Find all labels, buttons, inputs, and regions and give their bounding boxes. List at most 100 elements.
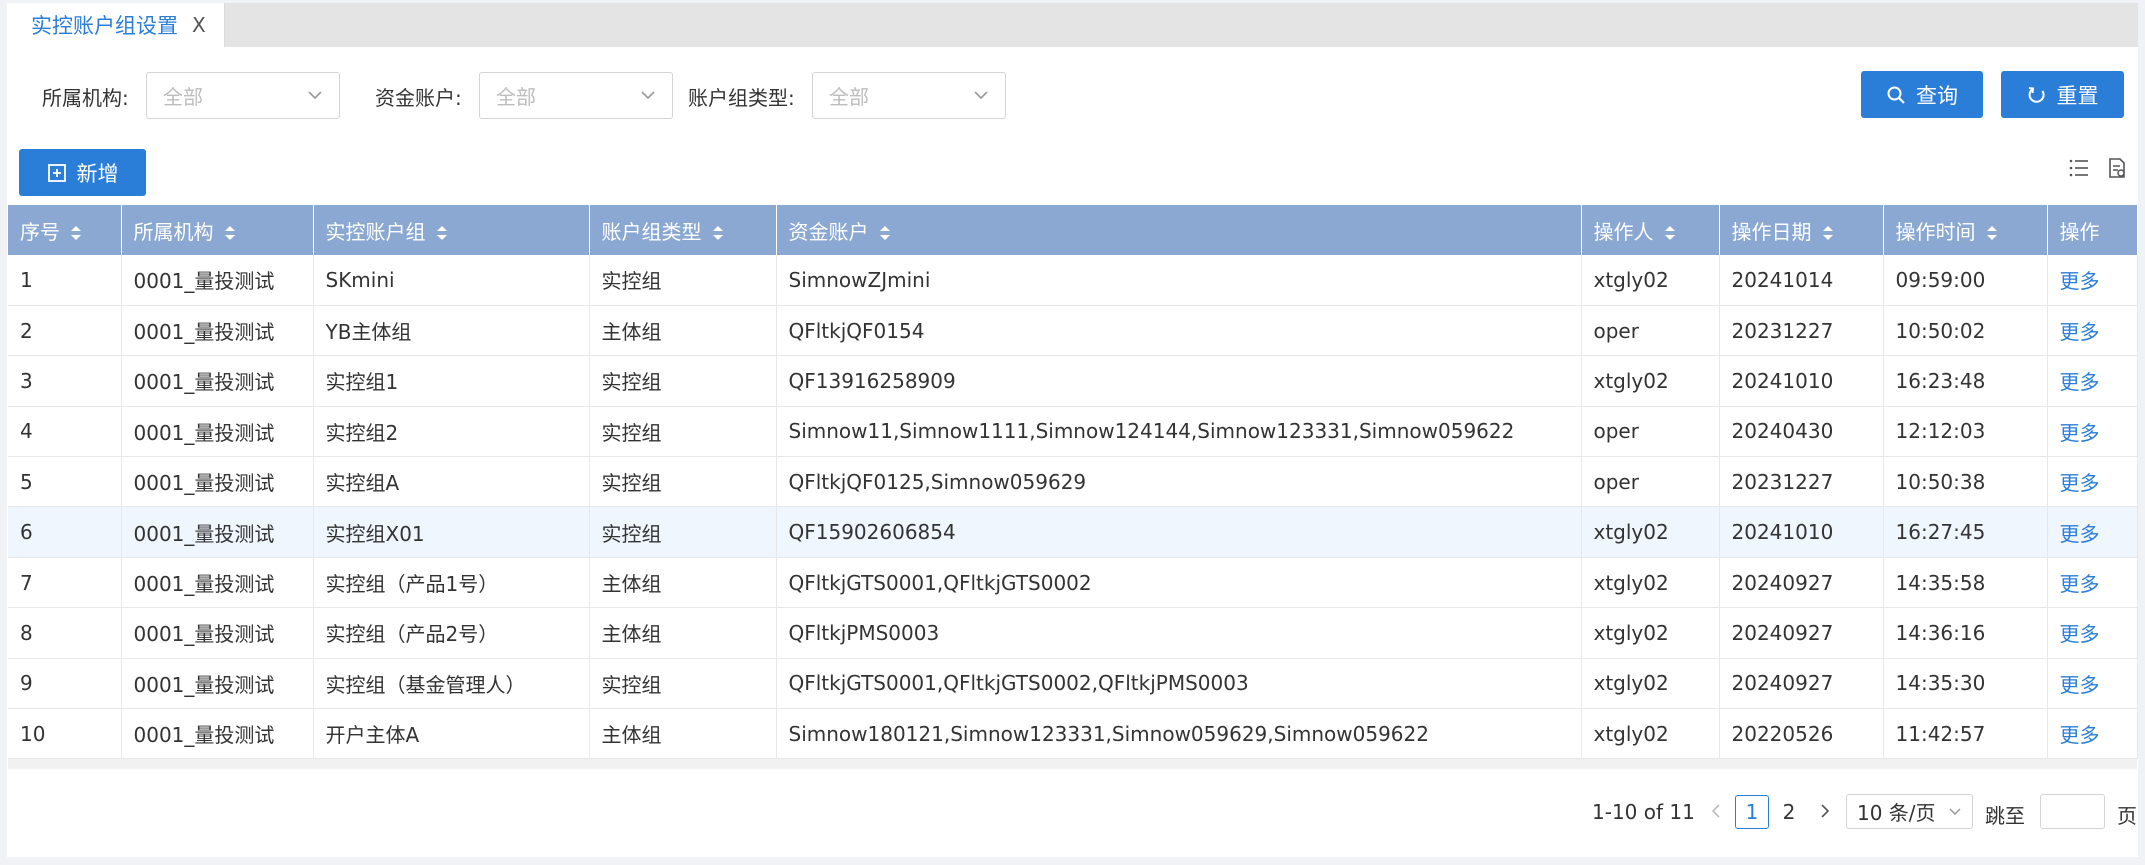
reset-button[interactable]: 重置 (2001, 71, 2124, 118)
table-cell-account: QFltkjQF0154 (776, 305, 1582, 357)
add-button[interactable]: 新增 (19, 149, 146, 196)
column-header-time[interactable]: 操作时间 (1883, 205, 2048, 255)
column-header-index[interactable]: 序号 (8, 205, 122, 255)
table-cell-account: Simnow11,Simnow1111,Simnow124144,Simnow1… (776, 406, 1582, 458)
account-group-table: 序号 所属机构 实控账户组 账户组类型 资金账户 操作人 操作日期 操作时间 操作 1 0001_… (8, 205, 2138, 760)
table-row[interactable]: 3 0001_量投测试 实控组1 实控组 QF13916258909 xtgly02 202… (8, 355, 2138, 407)
more-link[interactable]: 更多 (2047, 406, 2138, 458)
table-cell-date: 20240927 (1719, 658, 1884, 710)
table-cell-account: Simnow180121,Simnow123331,Simnow059629,S… (776, 708, 1582, 760)
more-link[interactable]: 更多 (2047, 506, 2138, 558)
table-row[interactable]: 5 0001_量投测试 实控组A 实控组 QFltkjQF0125,Simnow0596… (8, 456, 2138, 508)
column-list-icon[interactable] (2068, 157, 2090, 179)
table-cell-group-type: 实控组 (589, 456, 777, 508)
sort-icon[interactable] (1986, 224, 1998, 242)
table-cell-time: 10:50:02 (1883, 305, 2048, 357)
horizontal-scrollbar[interactable] (8, 759, 2137, 769)
table-cell-operator: xtgly02 (1581, 255, 1720, 306)
table-cell-group: 实控组1 (313, 355, 590, 407)
more-link[interactable]: 更多 (2047, 456, 2138, 508)
sort-icon[interactable] (70, 224, 82, 242)
sort-icon[interactable] (436, 224, 448, 242)
column-header-label: 资金账户 (788, 219, 869, 244)
next-page-icon[interactable] (1818, 802, 1832, 820)
table-cell-account: QFltkjQF0125,Simnow059629 (776, 456, 1582, 508)
table-cell-org: 0001_量投测试 (121, 355, 314, 407)
table-cell-org: 0001_量投测试 (121, 658, 314, 710)
column-header-action: 操作 (2047, 205, 2138, 255)
column-header-operator[interactable]: 操作人 (1581, 205, 1720, 255)
query-button[interactable]: 查询 (1861, 71, 1983, 118)
table-cell-operator: xtgly02 (1581, 708, 1720, 760)
table-row[interactable]: 8 0001_量投测试 实控组（产品2号） 主体组 QFltkjPMS0003 xtgly… (8, 607, 2138, 659)
column-header-group-type[interactable]: 账户组类型 (589, 205, 777, 255)
group-type-label: 账户组类型: (688, 86, 795, 110)
close-icon[interactable]: X (192, 13, 206, 37)
table-row[interactable]: 6 0001_量投测试 实控组X01 实控组 QF15902606854 xtgly02 2… (8, 506, 2138, 558)
table-row[interactable]: 10 0001_量投测试 开户主体A 主体组 Simnow180121,Simnow12… (8, 708, 2138, 760)
page-size-value: 10 条/页 (1857, 801, 1936, 825)
more-link[interactable]: 更多 (2047, 305, 2138, 357)
table-cell-time: 14:36:16 (1883, 607, 2048, 659)
table-cell-group: 开户主体A (313, 708, 590, 760)
column-header-label: 操作时间 (1895, 219, 1976, 244)
table-cell-index: 9 (8, 658, 122, 710)
account-select[interactable]: 全部 (479, 72, 673, 119)
page-size-select[interactable]: 10 条/页 (1846, 794, 1973, 829)
table-cell-org: 0001_量投测试 (121, 255, 314, 306)
column-header-date[interactable]: 操作日期 (1719, 205, 1884, 255)
sort-icon[interactable] (1822, 224, 1834, 242)
jump-label: 跳至 (1985, 804, 2025, 828)
sort-icon[interactable] (224, 224, 236, 242)
table-cell-date: 20231227 (1719, 305, 1884, 357)
org-select[interactable]: 全部 (146, 72, 340, 119)
column-header-group[interactable]: 实控账户组 (313, 205, 590, 255)
more-link[interactable]: 更多 (2047, 658, 2138, 710)
table-cell-time: 14:35:30 (1883, 658, 2048, 710)
reset-icon (2028, 86, 2045, 103)
search-icon (1887, 86, 1905, 104)
page-2-button[interactable]: 2 (1772, 795, 1806, 829)
chevron-down-icon (974, 91, 988, 100)
table-cell-operator: xtgly02 (1581, 557, 1720, 609)
more-link[interactable]: 更多 (2047, 607, 2138, 659)
table-cell-time: 12:12:03 (1883, 406, 2048, 458)
table-row[interactable]: 1 0001_量投测试 SKmini 实控组 SimnowZJmini xtgly02 20… (8, 255, 2138, 306)
tab-account-group-settings[interactable]: 实控账户组设置 X (7, 3, 225, 47)
table-cell-date: 20241010 (1719, 355, 1884, 407)
table-cell-group: 实控组（产品2号） (313, 607, 590, 659)
column-header-org[interactable]: 所属机构 (121, 205, 314, 255)
jump-page-input[interactable] (2040, 794, 2105, 829)
table-cell-org: 0001_量投测试 (121, 406, 314, 458)
table-cell-index: 7 (8, 557, 122, 609)
table-cell-group-type: 实控组 (589, 658, 777, 710)
more-link[interactable]: 更多 (2047, 255, 2138, 306)
prev-page-icon[interactable] (1709, 802, 1723, 820)
table-cell-date: 20241010 (1719, 506, 1884, 558)
table-cell-date: 20231227 (1719, 456, 1884, 508)
table-cell-operator: xtgly02 (1581, 355, 1720, 407)
table-cell-operator: xtgly02 (1581, 506, 1720, 558)
sort-icon[interactable] (1664, 224, 1676, 242)
table-row[interactable]: 4 0001_量投测试 实控组2 实控组 Simnow11,Simnow1111,Sim… (8, 406, 2138, 458)
export-file-icon[interactable] (2106, 157, 2128, 179)
group-type-select[interactable]: 全部 (812, 72, 1006, 119)
table-row[interactable]: 9 0001_量投测试 实控组（基金管理人） 实控组 QFltkjGTS0001,QFl… (8, 658, 2138, 710)
more-link[interactable]: 更多 (2047, 355, 2138, 407)
table-cell-time: 14:35:58 (1883, 557, 2048, 609)
column-header-account[interactable]: 资金账户 (776, 205, 1582, 255)
sort-icon[interactable] (712, 224, 724, 242)
table-cell-group: SKmini (313, 255, 590, 306)
table-cell-time: 16:27:45 (1883, 506, 2048, 558)
tab-bar: 实控账户组设置 X (7, 3, 2138, 47)
more-link[interactable]: 更多 (2047, 557, 2138, 609)
table-row[interactable]: 7 0001_量投测试 实控组（产品1号） 主体组 QFltkjGTS0001,QFlt… (8, 557, 2138, 609)
table-row[interactable]: 2 0001_量投测试 YB主体组 主体组 QFltkjQF0154 oper 202312… (8, 305, 2138, 357)
more-link[interactable]: 更多 (2047, 708, 2138, 760)
page-1-button[interactable]: 1 (1735, 795, 1769, 829)
sort-icon[interactable] (879, 224, 891, 242)
org-select-value: 全部 (163, 85, 203, 109)
plus-square-icon (47, 163, 66, 182)
table-cell-group: 实控组（产品1号） (313, 557, 590, 609)
table-cell-index: 1 (8, 255, 122, 306)
